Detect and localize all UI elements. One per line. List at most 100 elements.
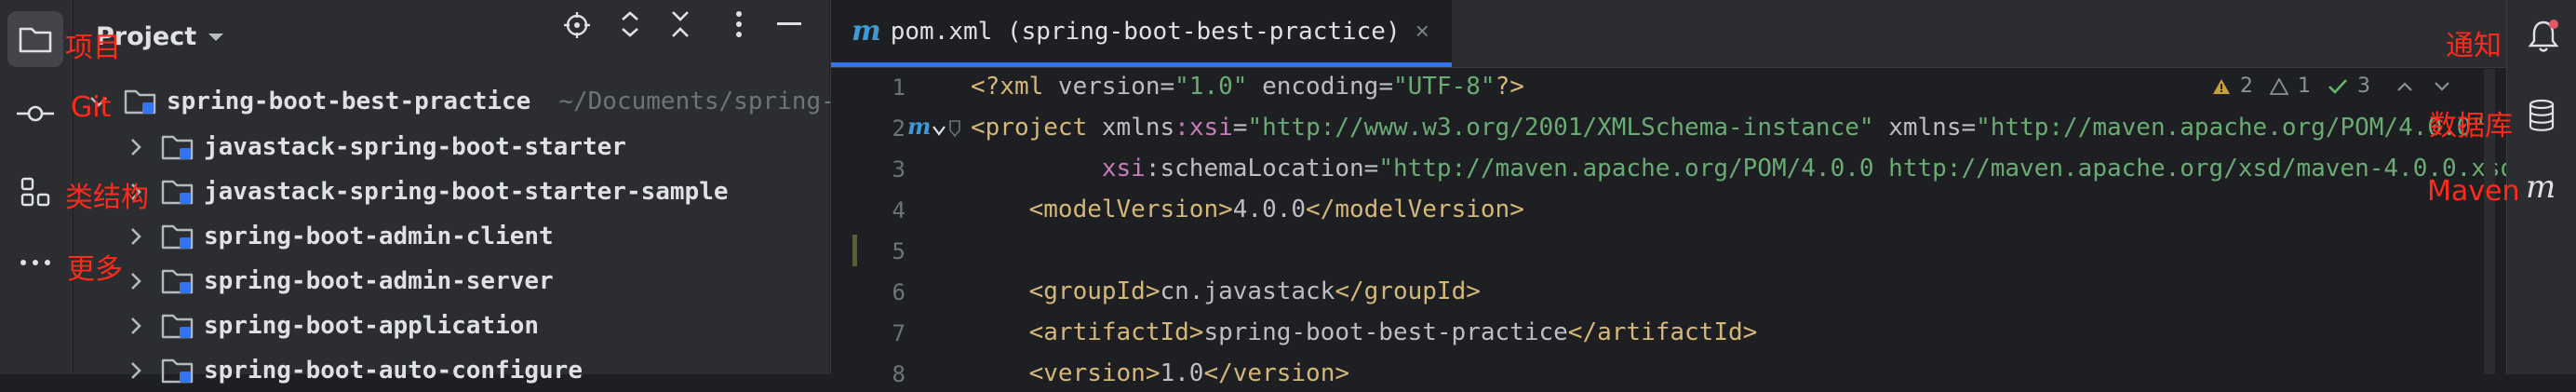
tree-item[interactable]: javastack-spring-boot-starter — [124, 126, 626, 169]
tree-root-row[interactable]: spring-boot-best-practice ~/Documents/sp… — [87, 80, 850, 123]
module-folder-icon — [124, 87, 157, 116]
database-icon[interactable] — [2528, 99, 2556, 132]
maven-icon[interactable]: m — [2524, 171, 2561, 203]
tab-label: pom.xml (spring-boot-best-practice) — [890, 17, 1401, 46]
tag-close: </modelVersion> — [1306, 196, 1524, 223]
string: "UTF-8" — [1392, 73, 1496, 101]
chevron-down-icon[interactable] — [2434, 81, 2450, 92]
attr-encoding: encoding — [1247, 73, 1379, 101]
warning-count: 2 — [2240, 74, 2253, 98]
editor: m pom.xml (spring-boot-best-practice) × … — [830, 0, 2529, 387]
weak-warning-icon — [2270, 77, 2288, 95]
tree-item-label: spring-boot-application — [204, 312, 540, 340]
tree-item-label: javastack-spring-boot-starter — [204, 133, 626, 161]
code-line-2[interactable]: <project xmlns:xsi="http://www.w3.org/20… — [971, 114, 2486, 142]
tab-pom-xml[interactable]: m pom.xml (spring-boot-best-practice) × — [831, 0, 1452, 67]
code-line-4[interactable]: <modelVersion>4.0.0</modelVersion> — [971, 196, 1524, 223]
tree-item-label: spring-boot-admin-client — [204, 223, 554, 250]
line-number: 3 — [892, 156, 906, 182]
line-number: 2 — [892, 115, 906, 142]
equals: = — [1363, 155, 1379, 182]
svg-text:m: m — [907, 114, 931, 140]
annotation-project: 项目 — [65, 32, 121, 64]
warning-icon — [2213, 78, 2230, 94]
string: "1.0" — [1174, 73, 1248, 101]
line-number: 1 — [892, 74, 906, 101]
equals: = — [1961, 114, 1977, 142]
module-folder-icon — [161, 132, 195, 162]
xml-decl-close: ?> — [1495, 73, 1524, 101]
check-icon — [2328, 78, 2347, 94]
xml-decl-open: <?xml — [971, 73, 1058, 101]
locate-icon[interactable] — [563, 11, 591, 39]
weak-warning-count: 1 — [2298, 74, 2311, 98]
tag-open: <version> — [971, 359, 1161, 387]
change-marker — [852, 235, 857, 266]
folder-icon — [19, 27, 52, 53]
equals: = — [1232, 114, 1248, 142]
tag-value: cn.javastack — [1160, 277, 1335, 305]
chevron-down-icon — [208, 33, 224, 41]
close-icon[interactable]: × — [1415, 17, 1429, 46]
string: "http://maven.apache.org/POM/4.0.0 http:… — [1378, 155, 2529, 182]
inspection-widget[interactable]: 2 1 3 — [2212, 74, 2450, 98]
chevron-right-icon[interactable] — [124, 314, 148, 338]
structure-icon — [20, 177, 50, 207]
ok-count: 3 — [2357, 74, 2370, 98]
equals: = — [1160, 73, 1175, 101]
module-folder-icon — [161, 266, 195, 296]
tree-item[interactable]: spring-boot-auto-configure — [124, 349, 583, 392]
tree-root-label: spring-boot-best-practice — [167, 88, 531, 115]
tree-item-label: spring-boot-admin-server — [204, 267, 554, 295]
chevron-right-icon[interactable] — [124, 224, 148, 249]
tree-item-label: spring-boot-auto-configure — [204, 357, 583, 385]
tree-root-path: ~/Documents/spring-b — [558, 88, 851, 115]
equals: = — [1378, 73, 1393, 101]
module-folder-icon — [161, 311, 195, 341]
chevron-right-icon[interactable] — [124, 358, 148, 383]
fold-icon[interactable] — [948, 119, 961, 138]
tag-close: </artifactId> — [1567, 318, 1758, 346]
chevron-right-icon[interactable] — [124, 135, 148, 159]
code-line-3[interactable]: xsi:schemaLocation="http://maven.apache.… — [971, 155, 2529, 182]
more-icon — [20, 260, 50, 265]
tag-open: <artifactId> — [971, 318, 1204, 346]
bell-icon[interactable] — [2528, 19, 2559, 54]
maven-gutter-icon[interactable]: m — [906, 114, 946, 142]
module-folder-icon — [161, 222, 195, 251]
line-number: 6 — [892, 279, 906, 305]
chevron-up-icon[interactable] — [2396, 81, 2413, 92]
tree-item[interactable]: spring-boot-admin-server — [124, 260, 554, 303]
code-line-7[interactable]: <artifactId>spring-boot-best-practice</a… — [971, 318, 1758, 346]
attr-xmlns: xmlns — [1873, 114, 1962, 142]
more-tool-button[interactable] — [7, 235, 63, 291]
tag-close: </version> — [1203, 359, 1350, 387]
collapse-all-icon[interactable] — [669, 9, 691, 39]
minimize-icon[interactable] — [777, 22, 801, 26]
project-panel: Project spring-boot-best-practice ~/Docu… — [74, 0, 850, 385]
line-number: 7 — [892, 320, 906, 346]
expand-all-icon[interactable] — [619, 9, 641, 39]
options-icon[interactable] — [734, 9, 744, 39]
git-tool-button[interactable] — [7, 86, 63, 142]
tree-item[interactable]: spring-boot-application — [124, 304, 539, 347]
structure-tool-button[interactable] — [7, 164, 63, 220]
module-folder-icon — [161, 177, 195, 207]
tree-item[interactable]: spring-boot-admin-client — [124, 215, 554, 258]
tag-close: </groupId> — [1335, 277, 1481, 305]
attr-xmlns: xmlns — [1101, 114, 1175, 142]
left-tool-strip — [0, 0, 74, 374]
attr-schema-location: :schemaLocation — [1145, 155, 1364, 182]
tree-item[interactable]: javastack-spring-boot-starter-sample — [124, 170, 729, 213]
tag-value: 1.0 — [1160, 359, 1204, 387]
chevron-right-icon[interactable] — [124, 269, 148, 293]
annotation-maven: Maven — [2427, 175, 2520, 208]
code-line-8[interactable]: <version>1.0</version> — [971, 359, 1349, 387]
code-line-1[interactable]: <?xml version="1.0" encoding="UTF-8"?> — [971, 73, 1524, 101]
git-commit-icon — [17, 105, 54, 122]
annotation-more: 更多 — [67, 253, 123, 286]
project-tool-button[interactable] — [7, 11, 63, 67]
annotation-database: 数据库 — [2429, 110, 2513, 142]
editor-tab-bar: m pom.xml (spring-boot-best-practice) × — [831, 0, 2506, 68]
code-line-6[interactable]: <groupId>cn.javastack</groupId> — [971, 277, 1481, 305]
